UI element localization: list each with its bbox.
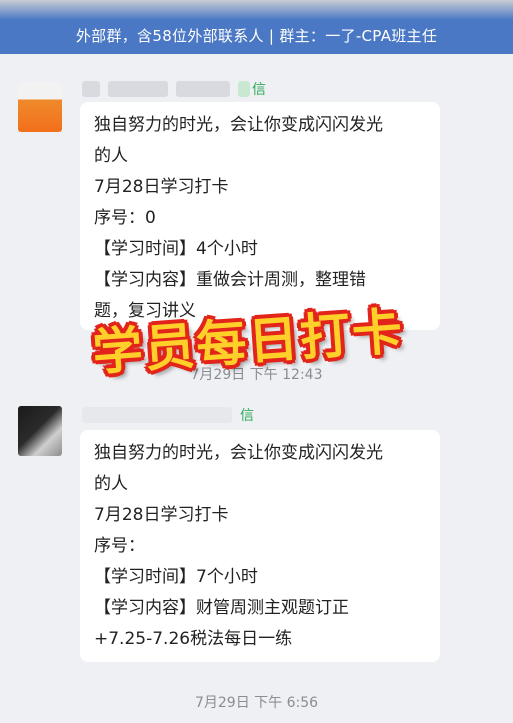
message-line: 的人: [94, 474, 128, 494]
blurred-name-part: [82, 81, 100, 97]
sender-name: 信: [82, 78, 266, 100]
avatar[interactable]: [18, 406, 62, 456]
message-bubble[interactable]: 独自努力的时光，会让你变成闪闪发光 的人 7月28日学习打卡 序号： 【学习时间…: [80, 430, 440, 662]
group-info-text: 外部群，含58位外部联系人 | 群主：一了-CPA班主任: [75, 26, 438, 45]
message-line: 【学习时间】4个小时: [94, 239, 258, 259]
message-line: 序号：: [94, 536, 145, 556]
message-line: 【学习内容】财管周测主观题订正: [94, 598, 349, 618]
message-line: 序号：0: [94, 208, 156, 228]
message-line: 【学习内容】重做会计周测，整理错: [94, 270, 366, 290]
sender-name-suffix: 信: [252, 82, 266, 98]
message-line: 独自努力的时光，会让你变成闪闪发光: [94, 443, 383, 463]
message-line: 独自努力的时光，会让你变成闪闪发光: [94, 115, 383, 135]
sender-name-suffix: 信: [240, 408, 254, 424]
message-line: 7月28日学习打卡: [94, 177, 229, 197]
blurred-name-part: [82, 407, 232, 423]
blurred-name-part: [238, 81, 250, 97]
message-line: +7.25-7.26税法每日一练: [94, 629, 293, 649]
group-info-banner[interactable]: 外部群，含58位外部联系人 | 群主：一了-CPA班主任: [0, 0, 513, 54]
blurred-name-part: [176, 81, 230, 97]
blurred-name-part: [108, 81, 168, 97]
banner-top-shade: [0, 0, 513, 20]
avatar[interactable]: [18, 82, 62, 132]
message-line: 7月28日学习打卡: [94, 505, 229, 525]
sender-name: 信: [82, 404, 254, 426]
message-timestamp: 7月29日 下午 6:56: [194, 695, 319, 711]
message-line: 【学习时间】7个小时: [94, 567, 258, 587]
message-line: 的人: [94, 146, 128, 166]
